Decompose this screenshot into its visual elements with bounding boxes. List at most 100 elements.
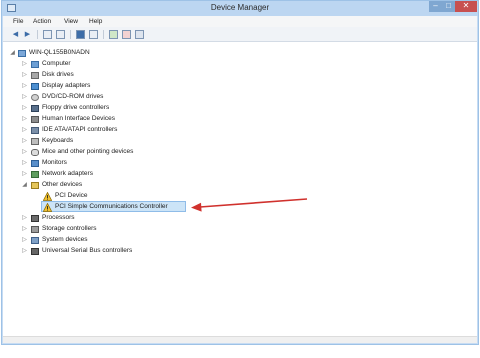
device-manager-window: Device Manager – □ ✕ File Action View He… [1,0,479,345]
tree-item-disk-drives[interactable]: ▷ Disk drives [21,70,181,81]
menu-file[interactable]: File [13,18,23,25]
properties-icon[interactable] [56,30,65,39]
toolbar-separator [37,30,38,39]
tree-item-label: Display adapters [42,82,91,89]
title-bar[interactable]: Device Manager – □ ✕ [2,1,478,16]
maximize-button[interactable]: □ [442,1,455,12]
menu-action[interactable]: Action [33,18,51,25]
processor-icon [31,215,39,222]
tree-item-label: Universal Serial Bus controllers [42,247,133,254]
tree-item-label: Floppy drive controllers [42,104,110,111]
tree-root[interactable]: ◢ WIN-QL155B0NADN [9,48,159,59]
tree-item-label: PCI Simple Communications Controller [55,203,168,210]
system-devices-icon [31,237,39,244]
expand-icon[interactable]: ▷ [21,171,28,178]
collapse-icon[interactable]: ◢ [9,50,16,57]
hid-icon [31,116,39,123]
tree-item-label: Storage controllers [42,225,97,232]
tree-item-label: Disk drives [42,71,74,78]
tree-item-network-adapters[interactable]: ▷ Network adapters [21,169,181,180]
tree-item-label: Computer [42,60,71,67]
expand-icon[interactable]: ▷ [21,72,28,79]
warning-icon [43,192,52,201]
device-tree-pane[interactable]: ◢ WIN-QL155B0NADN ▷ Computer ▷ Disk driv… [3,42,477,336]
expand-icon[interactable]: ▷ [21,215,28,222]
usb-controller-icon [31,248,39,255]
tree-item-label: Monitors [42,159,67,166]
expand-icon[interactable]: ▷ [21,237,28,244]
disk-drive-icon [31,72,39,79]
tree-item-label: PCI Device [55,192,88,199]
computer-category-icon [31,61,39,68]
toolbar: ◀ ▶ [3,27,477,42]
minimize-button[interactable]: – [429,1,442,12]
collapse-icon[interactable]: ◢ [21,182,28,189]
warning-icon [43,203,52,212]
display-adapter-icon [31,83,39,90]
expand-icon[interactable]: ▷ [21,116,28,123]
expand-icon[interactable]: ▷ [21,83,28,90]
tree-item-human-interface-devices[interactable]: ▷ Human Interface Devices [21,114,181,125]
menu-bar: File Action View Help [3,16,477,27]
show-hide-tree-icon[interactable] [43,30,52,39]
tree-item-mice-and-other-pointing-devices[interactable]: ▷ Mice and other pointing devices [21,147,181,158]
other-devices-icon [31,182,39,189]
network-adapter-icon [31,171,39,178]
disable-device-icon[interactable] [122,30,131,39]
toolbar-separator [103,30,104,39]
update-driver-icon[interactable] [109,30,118,39]
tree-item-universal-serial-bus-controllers[interactable]: ▷ Universal Serial Bus controllers [21,246,191,257]
back-icon[interactable]: ◀ [11,30,20,39]
tree-item-label: Mice and other pointing devices [42,148,134,155]
tree-item-monitors[interactable]: ▷ Monitors [21,158,181,169]
expand-icon[interactable]: ▷ [21,138,28,145]
storage-controller-icon [31,226,39,233]
floppy-controller-icon [31,105,39,112]
tree-item-label: System devices [42,236,88,243]
computer-icon [18,50,26,57]
tree-item-keyboards[interactable]: ▷ Keyboards [21,136,181,147]
ide-controller-icon [31,127,39,134]
menu-help[interactable]: Help [89,18,102,25]
expand-icon[interactable]: ▷ [21,226,28,233]
tree-item-label: Human Interface Devices [42,115,115,122]
tree-item-processors[interactable]: ▷ Processors [21,213,181,224]
tree-item-label: IDE ATA/ATAPI controllers [42,126,118,133]
tree-item-storage-controllers[interactable]: ▷ Storage controllers [21,224,181,235]
tree-root-label: WIN-QL155B0NADN [29,49,90,56]
mouse-icon [31,149,39,156]
help-icon[interactable] [76,30,85,39]
tree-item-pci-device[interactable]: PCI Device [43,191,183,202]
tree-item-floppy-drive-controllers[interactable]: ▷ Floppy drive controllers [21,103,181,114]
tree-item-dvd-cdrom-drives[interactable]: ▷ DVD/CD-ROM drives [21,92,181,103]
tree-item-pci-simple-communications-controller[interactable]: PCI Simple Communications Controller [43,202,191,213]
expand-icon[interactable]: ▷ [21,127,28,134]
tree-item-display-adapters[interactable]: ▷ Display adapters [21,81,181,92]
tree-item-computer[interactable]: ▷ Computer [21,59,181,70]
status-bar [3,336,477,343]
tree-item-ide-ata-atapi-controllers[interactable]: ▷ IDE ATA/ATAPI controllers [21,125,181,136]
expand-icon[interactable]: ▷ [21,105,28,112]
expand-icon[interactable]: ▷ [21,160,28,167]
window-title: Device Manager [210,3,270,12]
scan-hardware-icon[interactable] [89,30,98,39]
keyboard-icon [31,138,39,145]
expand-icon[interactable]: ▷ [21,149,28,156]
menu-view[interactable]: View [64,18,78,25]
tree-item-other-devices[interactable]: ◢ Other devices [21,180,181,191]
toolbar-separator [70,30,71,39]
forward-icon[interactable]: ▶ [23,30,32,39]
tree-item-label: Network adapters [42,170,93,177]
tree-item-label: Other devices [42,181,83,188]
tree-item-label: Processors [42,214,75,221]
expand-icon[interactable]: ▷ [21,248,28,255]
tree-item-system-devices[interactable]: ▷ System devices [21,235,181,246]
uninstall-icon[interactable] [135,30,144,39]
tree-item-label: Keyboards [42,137,74,144]
expand-icon[interactable]: ▷ [21,94,28,101]
close-button[interactable]: ✕ [455,1,477,12]
monitor-icon [31,160,39,167]
expand-icon[interactable]: ▷ [21,61,28,68]
optical-drive-icon [31,94,39,101]
tree-item-label: DVD/CD-ROM drives [42,93,104,100]
